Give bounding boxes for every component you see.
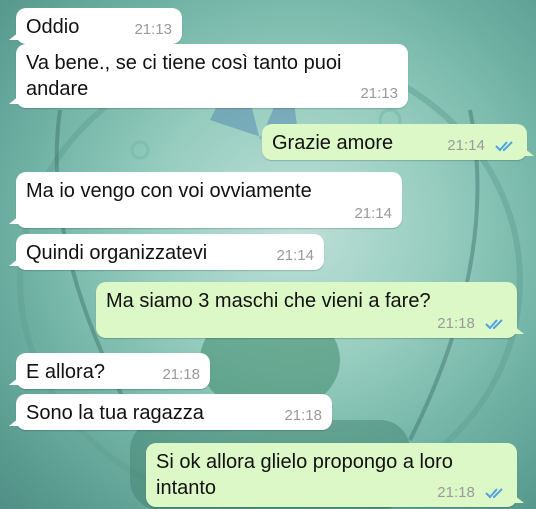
- message-text: Ma siamo 3 maschi che vieni a fare?: [106, 290, 431, 312]
- message-incoming[interactable]: Sono la tua ragazza 21:18: [9, 394, 332, 430]
- message-time: 21:18: [162, 366, 200, 383]
- message-time: 21:14: [276, 247, 314, 264]
- message-time-row: 21:14: [447, 138, 515, 154]
- message-time: 21:18: [437, 484, 475, 501]
- message-text: Ma io vengo con voi ovviamente: [26, 180, 312, 202]
- message-time-row: 21:18: [437, 316, 505, 332]
- message-outgoing[interactable]: Si ok allora glielo propongo a loro inta…: [146, 443, 524, 507]
- message-incoming[interactable]: E allora? 21:18: [9, 353, 210, 389]
- message-incoming[interactable]: Oddio 21:13: [9, 8, 182, 44]
- message-text: Va bene., se ci tiene così tanto puoi an…: [26, 52, 342, 100]
- message-incoming[interactable]: Ma io vengo con voi ovviamente 21:14: [9, 172, 402, 228]
- message-text: Quindi organizzatevi: [26, 242, 208, 264]
- message-time: 21:13: [134, 21, 172, 38]
- message-outgoing[interactable]: Grazie amore 21:14: [262, 124, 534, 160]
- read-receipt-icon: [485, 319, 503, 330]
- message-time: 21:13: [360, 85, 398, 102]
- read-receipt-icon: [485, 488, 503, 499]
- message-time: 21:18: [284, 407, 322, 424]
- message-outgoing[interactable]: Ma siamo 3 maschi che vieni a fare? 21:1…: [96, 282, 524, 338]
- message-time: 21:18: [437, 315, 475, 332]
- message-time-row: 21:18: [437, 485, 505, 501]
- message-incoming[interactable]: Va bene., se ci tiene così tanto puoi an…: [9, 44, 408, 108]
- read-receipt-icon: [495, 141, 513, 152]
- message-time: 21:14: [447, 137, 485, 154]
- message-time: 21:14: [354, 205, 392, 222]
- message-text: Sono la tua ragazza: [26, 402, 204, 424]
- message-incoming[interactable]: Quindi organizzatevi 21:14: [9, 234, 324, 270]
